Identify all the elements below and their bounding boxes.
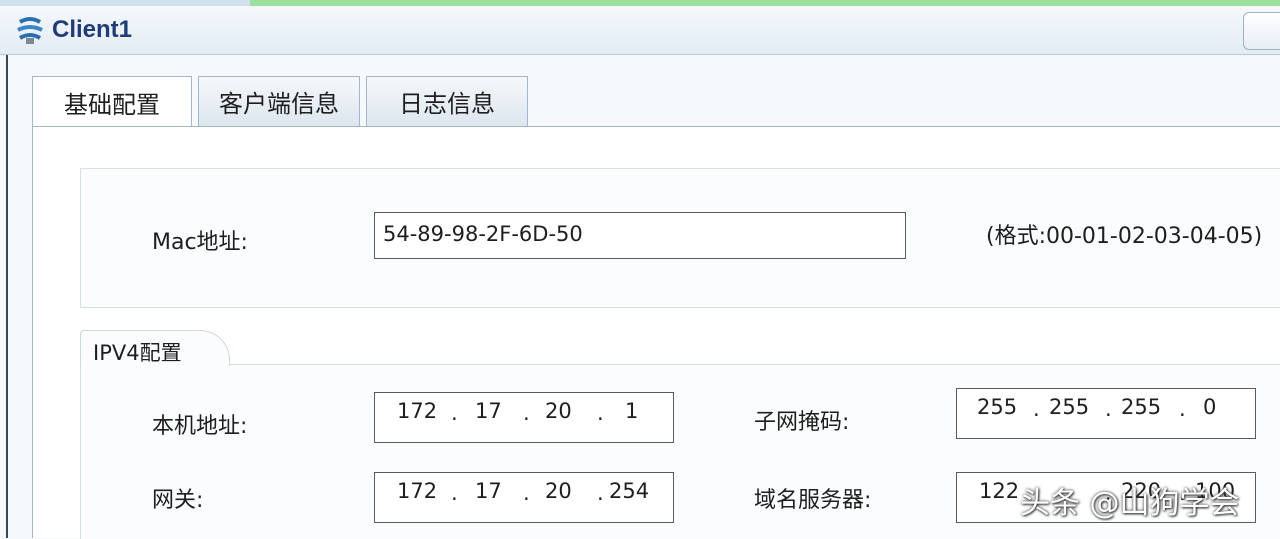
ip-separator: . xyxy=(451,481,458,505)
mac-format-hint: (格式:00-01-02-03-04-05) xyxy=(986,224,1263,249)
gateway-input[interactable]: 172 . 17 . 20 . 254 xyxy=(374,472,674,523)
ip-separator: . xyxy=(597,481,604,505)
ip-separator: . xyxy=(1179,397,1186,421)
subnet-mask-octet-3[interactable]: 255 xyxy=(1121,395,1161,419)
mac-input[interactable]: 54-89-98-2F-6D-50 xyxy=(374,212,906,259)
subnet-mask-octet-4[interactable]: 0 xyxy=(1203,395,1216,419)
tab-log-info[interactable]: 日志信息 xyxy=(366,76,528,126)
gateway-octet-3[interactable]: 20 xyxy=(545,479,572,503)
local-ip-octet-3[interactable]: 20 xyxy=(545,399,572,423)
watermark-text: 头条 @山狗学会 xyxy=(1020,486,1240,521)
ip-separator: . xyxy=(523,481,530,505)
ip-separator: . xyxy=(597,401,604,425)
ip-separator: . xyxy=(523,401,530,425)
local-ip-octet-4[interactable]: 1 xyxy=(625,399,638,423)
subnet-mask-octet-2[interactable]: 255 xyxy=(1049,395,1089,419)
client-app-icon xyxy=(17,17,43,44)
mac-value: 54-89-98-2F-6D-50 xyxy=(383,222,583,246)
local-ip-input[interactable]: 172 . 17 . 20 . 1 xyxy=(374,392,674,443)
tab-client-info[interactable]: 客户端信息 xyxy=(198,76,360,126)
ip-separator: . xyxy=(451,401,458,425)
subnet-mask-octet-1[interactable]: 255 xyxy=(977,395,1017,419)
dns-octet-1[interactable]: 122 xyxy=(979,479,1019,503)
window-left-edge xyxy=(6,55,8,538)
gateway-octet-2[interactable]: 17 xyxy=(475,479,502,503)
ip-separator: . xyxy=(1105,397,1112,421)
local-ip-octet-1[interactable]: 172 xyxy=(397,399,437,423)
gateway-label: 网关: xyxy=(152,488,204,513)
mac-label: Mac地址: xyxy=(152,230,248,255)
window-title: Client1 xyxy=(52,16,133,43)
title-bar: Client1 xyxy=(0,6,1280,55)
window-control-button[interactable] xyxy=(1243,12,1280,50)
local-ip-label: 本机地址: xyxy=(152,414,248,439)
dns-label: 域名服务器: xyxy=(754,488,872,513)
subnet-mask-input[interactable]: 255 . 255 . 255 . 0 xyxy=(956,388,1256,439)
ipv4-section-label: IPV4配置 xyxy=(93,341,182,365)
ip-separator: . xyxy=(1033,397,1040,421)
gateway-octet-4[interactable]: 254 xyxy=(609,479,649,503)
subnet-mask-label: 子网掩码: xyxy=(754,410,850,435)
local-ip-octet-2[interactable]: 17 xyxy=(475,399,502,423)
tab-basic-config[interactable]: 基础配置 xyxy=(32,76,192,128)
gateway-octet-1[interactable]: 172 xyxy=(397,479,437,503)
ipv4-section-tab: IPV4配置 xyxy=(80,330,230,366)
